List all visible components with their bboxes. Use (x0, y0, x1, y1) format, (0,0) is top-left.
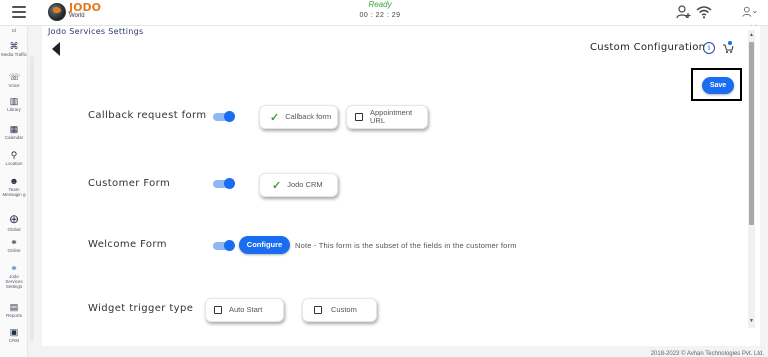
sidebar-item-global[interactable]: ⊕ Global (0, 212, 28, 233)
appointment-url-option[interactable]: Appointment URL (346, 105, 428, 129)
sidebar-item-label: Library (7, 107, 21, 112)
checkbox[interactable] (214, 306, 222, 314)
sidebar-item-label: Jodo Services Settings (5, 274, 23, 289)
menu-icon[interactable] (12, 6, 26, 18)
welcome-form-note: Note - This form is the subset of the fi… (295, 241, 517, 250)
phone-icon: ☏ (9, 72, 21, 82)
info-icon[interactable]: i (703, 42, 715, 54)
back-arrow-icon[interactable] (52, 42, 60, 56)
calendar-icon: ▦ (9, 124, 19, 134)
scrollbar-thumb[interactable] (749, 42, 754, 225)
scroll-up-icon[interactable]: ▲ (749, 32, 754, 38)
option-label: Jodo CRM (287, 180, 323, 189)
sidebar-item-label: Team Messagin g (2, 187, 26, 197)
configure-button[interactable]: Configure (239, 236, 290, 254)
sidebar-item-calendar[interactable]: ▦ Calendar (0, 124, 28, 141)
option-label: Appointment URL (370, 108, 413, 125)
team-icon: ☻ (9, 176, 19, 186)
welcome-form-toggle[interactable] (213, 240, 235, 251)
customer-form-toggle[interactable] (213, 178, 235, 189)
scroll-down-icon[interactable]: ▼ (749, 318, 754, 324)
wifi-icon (696, 6, 712, 19)
crm-icon: ▣ (9, 327, 19, 337)
reports-icon: ▤ (9, 302, 19, 312)
jodo-crm-option[interactable]: ✓ Jodo CRM (259, 173, 338, 197)
sidebar-item-reports[interactable]: ▤ Reports (0, 302, 28, 319)
logo-globe-icon (48, 3, 66, 21)
sidebar-item-media-traffic[interactable]: ⌘ Media Traffic (0, 41, 28, 58)
logo: JODO World (48, 1, 101, 23)
sidebar-item-label: Global (7, 227, 21, 232)
option-label: Custom (331, 305, 357, 314)
services-icon: ⚭ (10, 263, 18, 273)
sidebar-item-voice[interactable]: ☏ Voice (0, 72, 28, 89)
sidebar-item-label: Media Traffic (1, 52, 27, 57)
auto-start-option[interactable]: Auto Start (205, 298, 284, 322)
checkbox[interactable] (355, 113, 363, 121)
checkbox[interactable] (314, 306, 322, 314)
media-traffic-icon: ⌘ (9, 41, 19, 51)
location-icon: ⚲ (10, 150, 18, 160)
cart-icon[interactable] (722, 40, 734, 54)
status-text: Ready (368, 0, 392, 9)
sidebar-scrollbar[interactable] (30, 56, 34, 341)
call-timer: 00 : 22 : 29 (359, 12, 401, 19)
main-panel: Jodo Services Settings Custom Configurat… (42, 26, 760, 346)
widget-trigger-type-label: Widget trigger type (88, 303, 194, 314)
option-label: Auto Start (229, 305, 263, 314)
add-user-icon[interactable] (676, 4, 692, 20)
callback-form-option[interactable]: ✓ Callback form (259, 105, 338, 129)
check-icon: ✓ (270, 111, 280, 124)
library-icon: ▥ (9, 96, 19, 106)
sidebar-item-location[interactable]: ⚲ Location (0, 150, 28, 167)
status-area: Ready 00 : 22 : 29 (340, 0, 420, 22)
sidebar-item-label: Id (12, 28, 16, 33)
custom-configuration-label: Custom Configuration (590, 42, 706, 53)
check-icon: ✓ (272, 179, 282, 192)
sidebar-item-label: Voice (8, 83, 20, 88)
callback-request-toggle[interactable] (213, 111, 235, 122)
sidebar-item-team-messaging[interactable]: ☻ Team Messagin g (0, 176, 28, 198)
customer-form-label: Customer Form (88, 178, 171, 189)
online-icon: ⚭ (10, 237, 18, 247)
sidebar-item-label: Reports (6, 313, 22, 318)
footer-copyright: 2018-2023 © Avhan Technologies Pvt. Ltd. (650, 351, 764, 357)
sidebar: Id ⌘ Media Traffic ☏ Voice ▥ Library ▦ C… (0, 26, 28, 357)
custom-option[interactable]: Custom (302, 298, 377, 322)
save-button[interactable]: Save (702, 77, 734, 94)
logo-name: JODO (69, 1, 101, 14)
sidebar-item-jodo-services[interactable]: ⚭ Jodo Services Settings (0, 263, 28, 290)
globe-icon: ⊕ (8, 212, 20, 226)
sidebar-item-label: Location (5, 161, 23, 166)
sidebar-item-online[interactable]: ⚭ Online (0, 237, 28, 254)
sidebar-item-library[interactable]: ▥ Library (0, 96, 28, 113)
sidebar-item-label: Calendar (4, 135, 24, 140)
sidebar-item-label: Online (7, 248, 21, 253)
top-bar: JODO World Ready 00 : 22 : 29 (0, 0, 768, 26)
user-menu-icon[interactable] (742, 4, 758, 20)
page-title: Jodo Services Settings (48, 27, 144, 36)
sidebar-item-label: CRM (8, 338, 20, 343)
option-label: Callback form (285, 112, 332, 121)
sidebar-item-id[interactable]: Id (0, 28, 28, 33)
sidebar-item-crm[interactable]: ▣ CRM (0, 327, 28, 344)
welcome-form-label: Welcome Form (88, 239, 167, 250)
callback-request-form-label: Callback request form (88, 110, 207, 121)
